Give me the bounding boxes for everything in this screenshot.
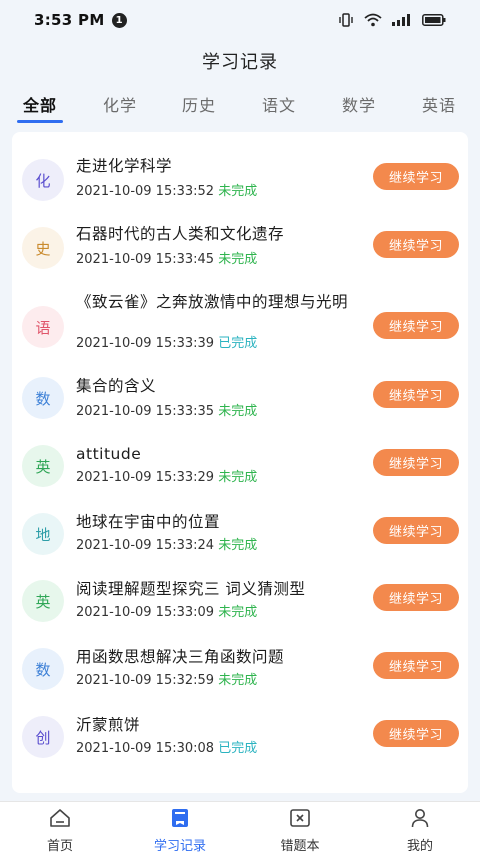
subject-tabs: 全部 化学 历史 语文 数学 英语 bbox=[0, 88, 480, 122]
status-icons bbox=[338, 12, 446, 28]
bottom-nav: 首页 学习记录 错题本 我的 bbox=[0, 801, 480, 853]
record-status: 未完成 bbox=[218, 404, 258, 419]
subject-badge: 史 bbox=[22, 227, 64, 269]
continue-study-button[interactable]: 继续学习 bbox=[373, 231, 459, 258]
status-bar: 3:53 PM 1 bbox=[0, 0, 480, 40]
record-title: attitude bbox=[76, 445, 142, 463]
record-time: 2021-10-09 15:33:39 bbox=[76, 336, 215, 351]
record-time: 2021-10-09 15:33:45 bbox=[76, 252, 215, 267]
list-item[interactable]: 创 沂蒙煎饼 2021-10-09 15:30:08 已完成 继续学习 bbox=[12, 715, 468, 765]
list-item[interactable]: 数 集合的含义 2021-10-09 15:33:35 未完成 继续学习 bbox=[12, 376, 468, 426]
battery-icon bbox=[422, 14, 446, 26]
continue-study-button[interactable]: 继续学习 bbox=[373, 652, 459, 679]
record-time: 2021-10-09 15:33:24 bbox=[76, 538, 215, 553]
nav-label: 学习记录 bbox=[153, 839, 206, 853]
tab-chemistry[interactable]: 化学 bbox=[103, 92, 137, 116]
status-time: 3:53 PM bbox=[34, 11, 105, 29]
nav-wrong-questions[interactable]: 错题本 bbox=[255, 802, 345, 853]
record-status: 未完成 bbox=[218, 470, 258, 485]
record-meta: 2021-10-09 15:33:35 未完成 bbox=[76, 400, 257, 419]
tab-all[interactable]: 全部 bbox=[23, 92, 57, 116]
wifi-icon bbox=[364, 13, 382, 27]
subject-badge: 创 bbox=[22, 716, 64, 758]
tab-history[interactable]: 历史 bbox=[182, 92, 216, 116]
subject-badge: 地 bbox=[22, 513, 64, 555]
record-meta: 2021-10-09 15:33:39 已完成 bbox=[76, 332, 257, 351]
list-item[interactable]: 语 《致云雀》之奔放激情中的理想与光明 2021-10-09 15:33:39 … bbox=[12, 292, 468, 362]
record-title: 用函数思想解决三角函数问题 bbox=[76, 648, 285, 666]
record-status: 已完成 bbox=[218, 741, 258, 756]
wrong-questions-icon bbox=[288, 808, 312, 832]
record-title: 《致云雀》之奔放激情中的理想与光明 bbox=[76, 293, 349, 311]
status-left: 3:53 PM 1 bbox=[34, 11, 127, 29]
record-time: 2021-10-09 15:33:09 bbox=[76, 605, 215, 620]
record-title: 阅读理解题型探究三 词义猜测型 bbox=[76, 580, 306, 598]
continue-study-button[interactable]: 继续学习 bbox=[373, 163, 459, 190]
subject-badge: 语 bbox=[22, 306, 64, 348]
book-icon bbox=[170, 808, 190, 832]
record-meta: 2021-10-09 15:33:09 未完成 bbox=[76, 601, 257, 620]
record-status: 未完成 bbox=[218, 605, 258, 620]
signal-icon bbox=[392, 14, 412, 26]
user-icon bbox=[410, 808, 430, 832]
list-item[interactable]: 地 地球在宇宙中的位置 2021-10-09 15:33:24 未完成 继续学习 bbox=[12, 512, 468, 562]
record-title: 沂蒙煎饼 bbox=[76, 716, 141, 734]
nav-label: 首页 bbox=[46, 839, 73, 853]
nav-mine[interactable]: 我的 bbox=[375, 802, 465, 853]
page-title: 学习记录 bbox=[202, 52, 278, 73]
nav-study-records[interactable]: 学习记录 bbox=[135, 802, 225, 853]
record-title: 走进化学科学 bbox=[76, 157, 173, 175]
record-meta: 2021-10-09 15:30:08 已完成 bbox=[76, 737, 257, 756]
record-meta: 2021-10-09 15:33:24 未完成 bbox=[76, 534, 257, 553]
record-meta: 2021-10-09 15:33:52 未完成 bbox=[76, 180, 257, 199]
record-time: 2021-10-09 15:33:35 bbox=[76, 404, 215, 419]
record-status: 已完成 bbox=[218, 336, 258, 351]
record-title: 集合的含义 bbox=[76, 377, 157, 395]
record-meta: 2021-10-09 15:33:45 未完成 bbox=[76, 248, 257, 267]
active-tab-indicator bbox=[17, 120, 63, 123]
continue-study-button[interactable]: 继续学习 bbox=[373, 517, 459, 544]
nav-label: 我的 bbox=[406, 839, 433, 853]
continue-study-button[interactable]: 继续学习 bbox=[373, 312, 459, 339]
record-title: 石器时代的古人类和文化遗存 bbox=[76, 225, 285, 243]
record-time: 2021-10-09 15:32:59 bbox=[76, 673, 215, 688]
continue-study-button[interactable]: 继续学习 bbox=[373, 720, 459, 747]
record-time: 2021-10-09 15:33:52 bbox=[76, 184, 215, 199]
subject-badge: 英 bbox=[22, 580, 64, 622]
subject-badge: 英 bbox=[22, 445, 64, 487]
record-time: 2021-10-09 15:30:08 bbox=[76, 741, 215, 756]
record-status: 未完成 bbox=[218, 184, 258, 199]
list-item[interactable]: 英 阅读理解题型探究三 词义猜测型 2021-10-09 15:33:09 未完… bbox=[12, 579, 468, 629]
list-item[interactable]: 数 用函数思想解决三角函数问题 2021-10-09 15:32:59 未完成 … bbox=[12, 647, 468, 697]
subject-badge: 数 bbox=[22, 648, 64, 690]
subject-badge: 数 bbox=[22, 377, 64, 419]
nav-home[interactable]: 首页 bbox=[15, 802, 105, 853]
continue-study-button[interactable]: 继续学习 bbox=[373, 381, 459, 408]
record-meta: 2021-10-09 15:32:59 未完成 bbox=[76, 669, 257, 688]
list-item[interactable]: 化 走进化学科学 2021-10-09 15:33:52 未完成 继续学习 bbox=[12, 156, 468, 206]
tab-english[interactable]: 英语 bbox=[422, 92, 456, 116]
list-item[interactable]: 史 石器时代的古人类和文化遗存 2021-10-09 15:33:45 未完成 … bbox=[12, 224, 468, 274]
record-time: 2021-10-09 15:33:29 bbox=[76, 470, 215, 485]
continue-study-button[interactable]: 继续学习 bbox=[373, 449, 459, 476]
tab-chinese[interactable]: 语文 bbox=[262, 92, 296, 116]
list-item[interactable]: 英 attitude 2021-10-09 15:33:29 未完成 继续学习 bbox=[12, 444, 468, 494]
record-status: 未完成 bbox=[218, 673, 258, 688]
record-title: 地球在宇宙中的位置 bbox=[76, 513, 221, 531]
vibrate-icon bbox=[338, 12, 354, 28]
continue-study-button[interactable]: 继续学习 bbox=[373, 584, 459, 611]
notification-badge: 1 bbox=[111, 12, 127, 28]
record-meta: 2021-10-09 15:33:29 未完成 bbox=[76, 466, 257, 485]
nav-label: 错题本 bbox=[280, 839, 320, 853]
home-icon bbox=[49, 808, 71, 832]
subject-badge: 化 bbox=[22, 159, 64, 201]
record-status: 未完成 bbox=[218, 538, 258, 553]
tab-math[interactable]: 数学 bbox=[342, 92, 376, 116]
records-list: 化 走进化学科学 2021-10-09 15:33:52 未完成 继续学习 史 … bbox=[12, 132, 468, 793]
record-status: 未完成 bbox=[218, 252, 258, 267]
